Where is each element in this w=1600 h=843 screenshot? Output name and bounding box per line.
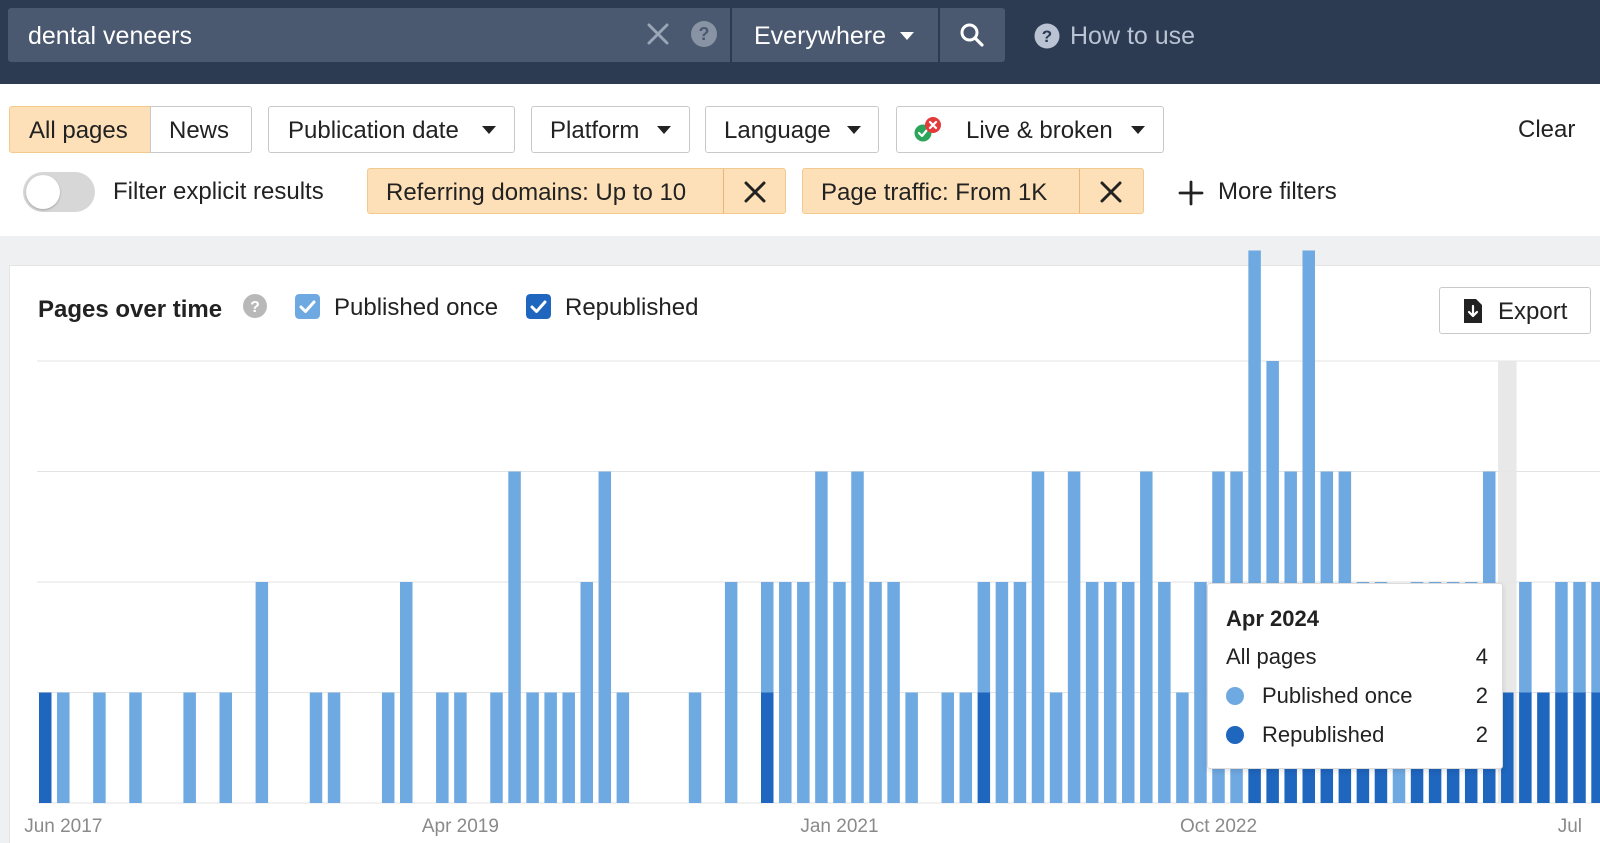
more-filters-label: More filters xyxy=(1218,178,1337,205)
chip-divider xyxy=(1079,169,1080,213)
live-broken-dropdown[interactable]: Live & broken xyxy=(896,106,1164,153)
how-to-use-label: How to use xyxy=(1070,22,1196,50)
chevron-down-icon xyxy=(657,126,671,134)
clear-filters-link[interactable]: Clear xyxy=(1518,116,1575,144)
link-status-icon xyxy=(914,117,941,142)
tab-news[interactable]: News xyxy=(150,106,252,153)
search-scope-value: Everywhere xyxy=(754,22,886,50)
tooltip-row-name: All pages xyxy=(1226,644,1317,669)
chart-tooltip: Apr 2024 All pages 4 Published once 2 Re… xyxy=(1207,583,1503,769)
legend-dot xyxy=(1226,687,1244,705)
dropdown-label: Language xyxy=(724,117,831,144)
checkbox-fill xyxy=(295,294,320,319)
tooltip-row-name: Published once xyxy=(1262,683,1413,708)
svg-text:?: ? xyxy=(699,24,710,44)
chip-label: Page traffic: From 1K xyxy=(821,179,1048,206)
chevron-down-icon xyxy=(482,126,496,134)
export-button[interactable]: Export xyxy=(1439,287,1591,334)
close-icon[interactable] xyxy=(741,178,769,206)
republished-checkbox[interactable] xyxy=(526,294,551,319)
search-icon xyxy=(960,23,984,47)
tab-all-pages[interactable]: All pages xyxy=(9,106,151,153)
dropdown-label: Publication date xyxy=(288,117,459,144)
tab-label: News xyxy=(169,117,230,144)
tooltip-row-value: 4 xyxy=(1475,644,1488,669)
help-icon[interactable]: ? xyxy=(690,20,718,48)
top-bar: dental veneers ? Everywhere ? How to use xyxy=(0,0,1600,84)
tooltip-row-value: 2 xyxy=(1475,722,1488,747)
referring-domains-chip[interactable]: Referring domains: Up to 10 xyxy=(367,168,786,214)
search-button[interactable] xyxy=(940,8,1005,62)
search-query[interactable]: dental veneers xyxy=(28,22,192,51)
tooltip-row-name: Republished xyxy=(1262,722,1385,747)
publication-date-dropdown[interactable]: Publication date xyxy=(268,106,515,153)
search-input[interactable]: dental veneers ? xyxy=(8,8,730,62)
panel-title: Pages over time xyxy=(38,296,223,323)
chevron-down-icon xyxy=(1131,126,1145,134)
platform-dropdown[interactable]: Platform xyxy=(531,106,690,153)
published-once-checkbox[interactable] xyxy=(295,294,320,319)
published-once-label: Published once xyxy=(334,294,499,321)
export-label: Export xyxy=(1498,298,1568,325)
download-icon xyxy=(1464,299,1482,323)
chevron-down-icon xyxy=(847,126,861,134)
help-icon: ? xyxy=(1034,23,1060,49)
dropdown-label: Platform xyxy=(550,117,640,144)
tooltip-title: Apr 2024 xyxy=(1226,606,1319,631)
toggle-knob xyxy=(26,175,60,209)
dropdown-label: Live & broken xyxy=(966,117,1113,144)
close-icon[interactable] xyxy=(644,20,672,48)
close-icon[interactable] xyxy=(1097,178,1125,206)
explicit-filter-toggle[interactable] xyxy=(23,172,95,212)
tooltip-row-value: 2 xyxy=(1475,683,1488,708)
legend-dot xyxy=(1226,726,1244,744)
help-icon[interactable]: ? xyxy=(242,293,268,319)
explicit-filter-label: Filter explicit results xyxy=(113,178,324,205)
page-traffic-chip[interactable]: Page traffic: From 1K xyxy=(802,168,1144,214)
svg-text:?: ? xyxy=(1042,27,1052,46)
chevron-down-icon xyxy=(900,32,914,40)
chip-label: Referring domains: Up to 10 xyxy=(386,179,687,206)
republished-label: Republished xyxy=(565,294,699,321)
plus-icon xyxy=(1178,180,1204,206)
search-scope-select[interactable]: Everywhere xyxy=(732,8,938,62)
svg-text:?: ? xyxy=(250,299,260,316)
language-dropdown[interactable]: Language xyxy=(705,106,879,153)
tab-label: All pages xyxy=(29,117,128,144)
checkbox-fill xyxy=(526,294,551,319)
chip-divider xyxy=(723,169,724,213)
